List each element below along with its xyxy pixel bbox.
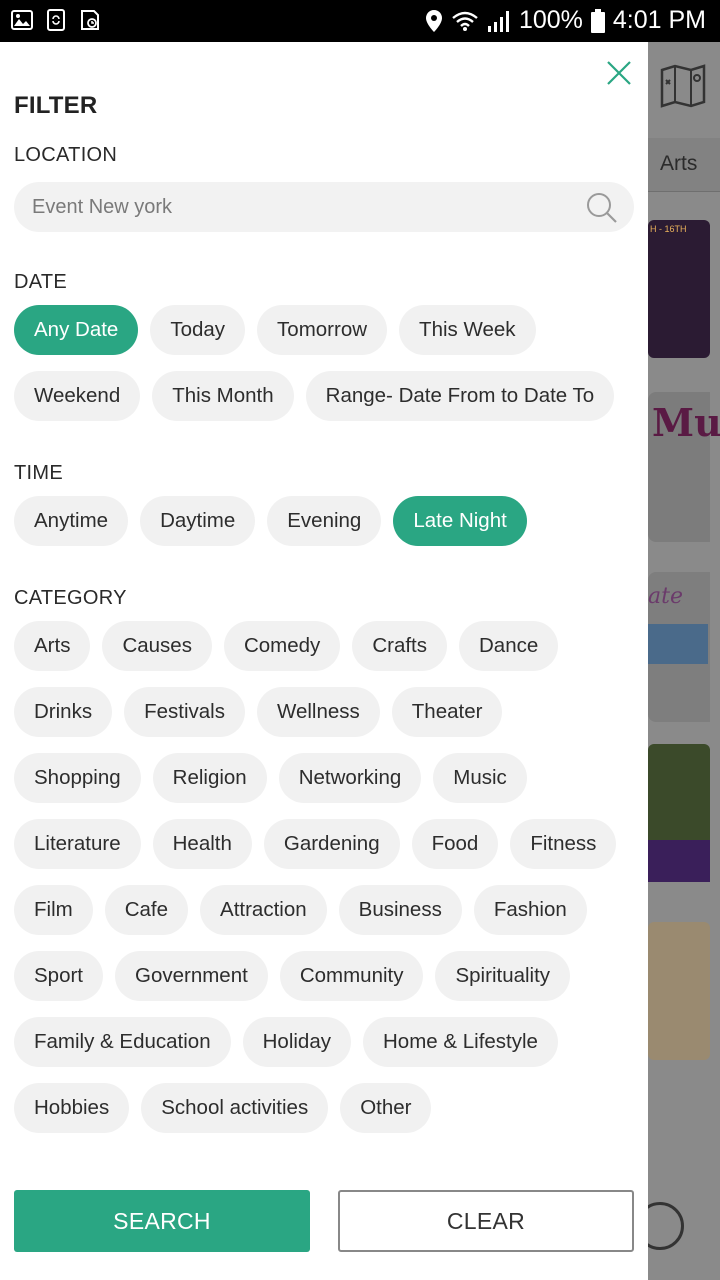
category-chip[interactable]: Theater (391, 687, 503, 737)
category-chip[interactable]: Wellness (256, 687, 380, 737)
time-chip[interactable]: Daytime (140, 496, 256, 546)
close-icon[interactable] (604, 58, 634, 88)
gallery-icon (11, 10, 33, 30)
background-card-text: ate (648, 584, 683, 609)
category-chip[interactable]: Film (14, 885, 93, 935)
category-chip[interactable]: Fitness (510, 819, 617, 869)
date-chip[interactable]: This Month (152, 371, 294, 421)
battery-percent: 100% (518, 6, 583, 34)
search-icon[interactable] (586, 192, 618, 224)
background-card-tag: H - 16TH (650, 224, 687, 234)
background-card-image (648, 624, 708, 664)
background-event-card: H - 16TH (648, 220, 710, 358)
time-options: Anytime Daytime Evening Late Night (14, 496, 634, 546)
time-label: TIME (14, 462, 63, 484)
category-chip[interactable]: Dance (459, 621, 559, 671)
category-chip[interactable]: School activities (141, 1083, 329, 1133)
category-chip[interactable]: Shopping (14, 753, 141, 803)
search-button[interactable]: SEARCH (14, 1190, 310, 1252)
clear-button[interactable]: CLEAR (338, 1190, 634, 1252)
date-chip[interactable]: This Week (399, 305, 536, 355)
clock: 4:01 PM (612, 6, 706, 34)
time-chip[interactable]: Late Night (393, 496, 527, 546)
category-chip[interactable]: Crafts (352, 621, 447, 671)
background-app: Arts H - 16TH Mu ate (648, 42, 720, 1280)
category-chip[interactable]: Gardening (263, 819, 400, 869)
category-chip[interactable]: Holiday (242, 1017, 351, 1067)
filter-title: FILTER (14, 92, 98, 119)
category-chip[interactable]: Drinks (14, 687, 113, 737)
category-chip[interactable]: Community (279, 951, 424, 1001)
filter-panel: FILTER LOCATION DATE Any DateTodayTomorr… (0, 42, 648, 1280)
background-tab-label: Arts (660, 152, 698, 175)
category-chip[interactable]: Music (433, 753, 527, 803)
category-chip[interactable]: Government (115, 951, 268, 1001)
date-chip[interactable]: Weekend (14, 371, 141, 421)
wifi-icon (452, 11, 478, 31)
chat-fab-button[interactable] (648, 1202, 684, 1250)
category-chip[interactable]: Religion (152, 753, 267, 803)
category-options: Arts Causes Comedy Crafts Dance Drinks Festiva… (14, 621, 634, 1133)
category-chip[interactable]: Attraction (200, 885, 327, 935)
category-chip[interactable]: Spirituality (435, 951, 571, 1001)
category-chip[interactable]: Home & Lifestyle (362, 1017, 558, 1067)
date-chip[interactable]: Tomorrow (257, 305, 388, 355)
date-chip[interactable]: Any Date (14, 305, 139, 355)
background-card-image (648, 840, 710, 882)
time-chip[interactable]: Anytime (14, 496, 129, 546)
background-event-card (648, 744, 710, 882)
location-icon (425, 9, 442, 32)
category-chip[interactable]: Family & Education (14, 1017, 231, 1067)
battery-icon (590, 8, 605, 33)
category-chip[interactable]: Comedy (223, 621, 341, 671)
category-chip[interactable]: Fashion (473, 885, 587, 935)
category-chip[interactable]: Networking (278, 753, 422, 803)
time-chip[interactable]: Evening (267, 496, 382, 546)
category-chip[interactable]: Health (152, 819, 252, 869)
category-chip[interactable]: Food (411, 819, 499, 869)
category-chip[interactable]: Sport (14, 951, 103, 1001)
category-chip[interactable]: Festivals (124, 687, 245, 737)
background-event-card: Mu (648, 392, 720, 542)
category-chip[interactable]: Cafe (104, 885, 189, 935)
background-card-text: Mu (652, 400, 720, 445)
category-chip[interactable]: Arts (14, 621, 91, 671)
date-label: DATE (14, 271, 68, 293)
date-chip[interactable]: Range- Date From to Date To (305, 371, 615, 421)
date-options: Any Date Today Tomorrow This Week Weekend Thi… (14, 305, 634, 421)
category-chip[interactable]: Business (338, 885, 462, 935)
background-tab: Arts (648, 138, 720, 192)
location-search-box (14, 182, 634, 232)
category-chip[interactable]: Causes (102, 621, 212, 671)
screenshot-icon (81, 10, 99, 30)
status-bar: 100% 4:01 PM (0, 0, 720, 42)
category-chip[interactable]: Other (340, 1083, 432, 1133)
sync-icon (47, 9, 65, 31)
date-chip[interactable]: Today (150, 305, 246, 355)
signal-icon (487, 10, 509, 32)
category-chip[interactable]: Literature (14, 819, 141, 869)
background-event-card: ate (648, 572, 710, 722)
category-label: CATEGORY (14, 587, 127, 609)
map-icon[interactable] (660, 64, 706, 108)
location-search-input[interactable] (32, 182, 572, 232)
category-chip[interactable]: Hobbies (14, 1083, 130, 1133)
location-label: LOCATION (14, 144, 118, 166)
background-event-card (648, 922, 710, 1060)
